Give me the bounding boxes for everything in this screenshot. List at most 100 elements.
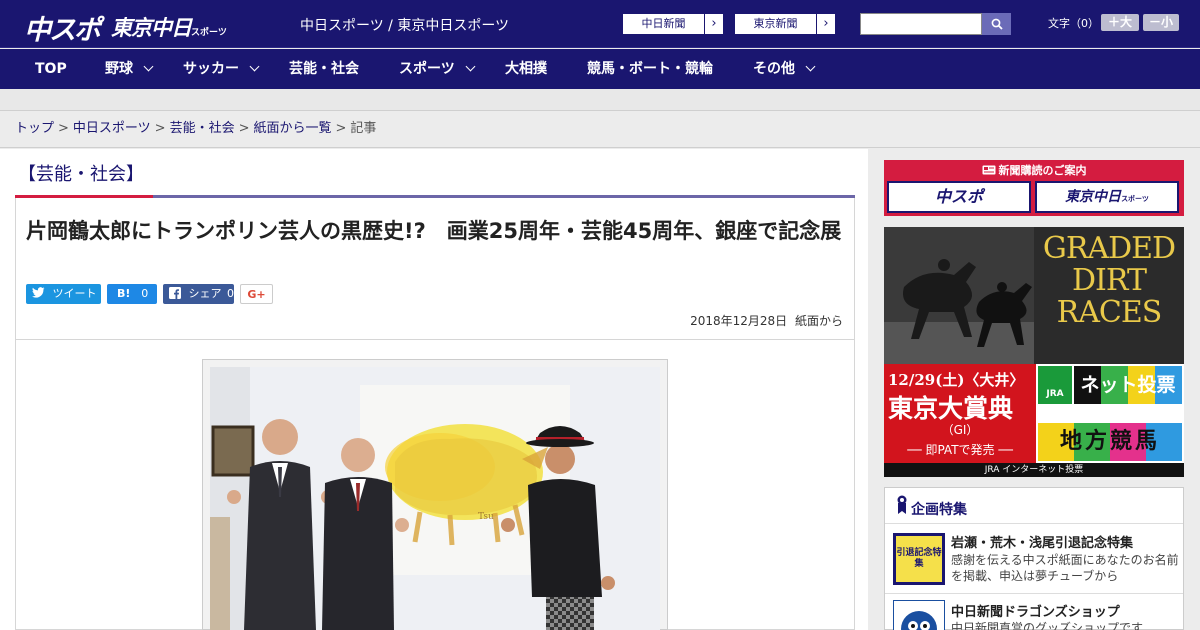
search-icon — [991, 18, 1003, 30]
tweet-button[interactable]: ツイート — [26, 284, 101, 304]
photo-illustration: Tsu — [210, 367, 660, 630]
hatena-count: 0 — [141, 287, 149, 300]
chevron-down-icon — [143, 61, 154, 72]
logo-tokyo-text: 東京中日 — [111, 16, 192, 40]
feature-item-dragons-shop[interactable]: 中日新聞ドラゴンズショップ 中日新聞直営のグッズショップです — [885, 594, 1183, 630]
nav-item-soccer[interactable]: サッカー — [183, 49, 260, 89]
facebook-count: 0 — [227, 287, 234, 300]
facebook-label: シェア — [188, 287, 222, 300]
nav-item-label: TOP — [35, 61, 67, 77]
chunichi-link-label: 中日新聞 — [623, 14, 705, 34]
hatena-icon: B! — [117, 287, 131, 300]
breadcrumb-separator: > — [154, 121, 166, 136]
logo-chuspo[interactable]: 中スポ — [24, 8, 101, 47]
tokyo-shimbun-link-button[interactable]: 東京新聞 › — [734, 13, 836, 35]
feature-thumbnail: 引退記念特集 — [893, 533, 945, 585]
chevron-right-icon: › — [823, 16, 829, 31]
nav-item-label: 競馬・ボート・競輪 — [587, 61, 713, 77]
racehorse-illustration — [884, 227, 1034, 364]
google-plus-button[interactable]: G+ — [240, 284, 273, 304]
ad-race-grade: （GI） — [941, 423, 979, 437]
chevron-down-icon — [465, 61, 476, 72]
breadcrumb-link-entertainment[interactable]: 芸能・社会 — [170, 121, 235, 136]
article-date-value: 2018年12月28日 — [690, 314, 788, 328]
twitter-icon — [32, 287, 45, 298]
logo-tokyo-suffix: スポーツ — [191, 28, 227, 38]
font-decrease-button[interactable]: －小 — [1143, 14, 1179, 31]
ad-race-name: 東京大賞典 — [888, 394, 1014, 423]
article-divider — [16, 339, 854, 340]
article-date: 2018年12月28日 紙面から — [690, 312, 843, 329]
ad-net-betting: ネット投票 — [1074, 366, 1182, 404]
breadcrumb-separator: > — [58, 121, 69, 136]
feature-thumb-text: 引退記念特集 — [896, 536, 942, 582]
ad-local-racing: 地方競馬 — [1038, 423, 1182, 461]
chevron-down-icon — [249, 61, 260, 72]
ad-footer: JRA インターネット投票 — [884, 463, 1184, 477]
dragons-mascot-icon — [901, 611, 937, 630]
article-headline: 片岡鶴太郎にトランポリン芸人の黒歴史!? 画業25周年・芸能45周年、銀座で記念… — [26, 219, 842, 243]
nav-item-label: 大相撲 — [505, 61, 547, 77]
breadcrumb-link-paper-list[interactable]: 紙面から一覧 — [254, 121, 332, 136]
subscribe-chuspo-button[interactable]: 中スポ — [887, 181, 1031, 213]
site-tagline: 中日スポーツ / 東京中日スポーツ — [300, 18, 510, 34]
article-source: 紙面から — [794, 314, 843, 328]
breadcrumb-separator: > — [335, 121, 347, 136]
search-button[interactable] — [982, 13, 1011, 35]
ad-title-line: GRADED — [1042, 231, 1176, 266]
font-size-label: 文字（0） — [1048, 17, 1099, 30]
feature-item-title: 中日新聞ドラゴンズショップ — [951, 605, 1120, 620]
feature-thumbnail — [893, 600, 945, 630]
font-increase-button[interactable]: ＋大 — [1101, 14, 1139, 31]
breadcrumb-current: 記事 — [350, 121, 377, 136]
nav-item-sumo[interactable]: 大相撲 — [505, 49, 547, 89]
jra-logo: JRA — [1038, 366, 1072, 404]
newspaper-icon — [982, 165, 995, 175]
subscribe-tokyo-label: 東京中日 — [1065, 189, 1122, 205]
feature-item-desc: 中日新聞直営のグッズショップです — [951, 621, 1144, 630]
subscription-banner: 新聞購読のご案内 中スポ 東京中日スポーツ — [884, 160, 1184, 216]
main-nav: TOP 野球 サッカー 芸能・社会 スポーツ 大相撲 競馬・ボート・競輪 その他 — [0, 49, 1200, 89]
ad-title-line: RACES — [1056, 295, 1163, 330]
feature-item-title: 岩瀬・荒木・浅尾引退記念特集 — [951, 536, 1134, 551]
facebook-icon — [169, 287, 181, 299]
nav-item-other[interactable]: その他 — [753, 49, 816, 89]
svg-text:Tsu: Tsu — [478, 512, 494, 522]
advertisement-banner[interactable]: GRADED DIRT RACES 12/29(土)〈大井〉 東京大賞典 （GI… — [884, 227, 1184, 477]
search-input[interactable] — [860, 13, 982, 35]
ad-strip — [0, 89, 1200, 111]
feature-item-desc: 感謝を伝える中スポ紙面にあなたのお名前を掲載、申込は夢チューブから — [951, 553, 1179, 583]
chevron-right-icon: › — [711, 16, 717, 31]
chevron-down-icon — [805, 61, 816, 72]
nav-item-label: スポーツ — [399, 61, 455, 77]
nav-item-racing[interactable]: 競馬・ボート・競輪 — [587, 49, 713, 89]
ad-pat-note: ── 即PATで発売 ── — [907, 443, 1013, 457]
ribbon-icon — [897, 495, 907, 514]
breadcrumb-link-top[interactable]: トップ — [15, 121, 54, 136]
nav-item-baseball[interactable]: 野球 — [105, 49, 154, 89]
nav-item-label: サッカー — [183, 61, 239, 77]
nav-item-top[interactable]: TOP — [35, 49, 67, 89]
nav-item-sports[interactable]: スポーツ — [399, 49, 476, 89]
nav-item-label: その他 — [753, 61, 795, 77]
breadcrumb-link-chunichi-sports[interactable]: 中日スポーツ — [73, 121, 151, 136]
breadcrumb: トップ > 中日スポーツ > 芸能・社会 > 紙面から一覧 > 記事 — [0, 111, 1200, 148]
logo-tokyo-chunichi[interactable]: 東京中日スポーツ — [111, 12, 227, 42]
nav-item-label: 芸能・社会 — [289, 61, 359, 77]
site-header: 中スポ 東京中日スポーツ 中日スポーツ / 東京中日スポーツ 中日新聞 › 東京… — [0, 0, 1200, 48]
chunichi-link-button[interactable]: 中日新聞 › — [622, 13, 724, 35]
section-title: 【芸能・社会】 — [18, 164, 144, 185]
subscription-title: 新聞購読のご案内 — [884, 162, 1184, 178]
article-photo[interactable]: Tsu — [210, 367, 660, 630]
hatena-bookmark-button[interactable]: B! 0 — [107, 284, 157, 304]
ad-title-line: DIRT — [1072, 263, 1147, 298]
nav-item-entertainment[interactable]: 芸能・社会 — [289, 49, 359, 89]
subscription-title-text: 新聞購読のご案内 — [998, 164, 1087, 177]
nav-item-label: 野球 — [105, 61, 133, 77]
facebook-share-button[interactable]: シェア 0 — [163, 284, 234, 304]
feature-list-title: 企画特集 — [911, 502, 967, 518]
tokyo-link-label: 東京新聞 — [735, 14, 817, 34]
feature-item-retirement[interactable]: 引退記念特集 岩瀬・荒木・浅尾引退記念特集 感謝を伝える中スポ紙面にあなたのお名… — [885, 524, 1183, 594]
subscribe-tokyo-suffix: スポーツ — [1121, 195, 1149, 203]
subscribe-tokyo-chunichi-button[interactable]: 東京中日スポーツ — [1035, 181, 1179, 213]
